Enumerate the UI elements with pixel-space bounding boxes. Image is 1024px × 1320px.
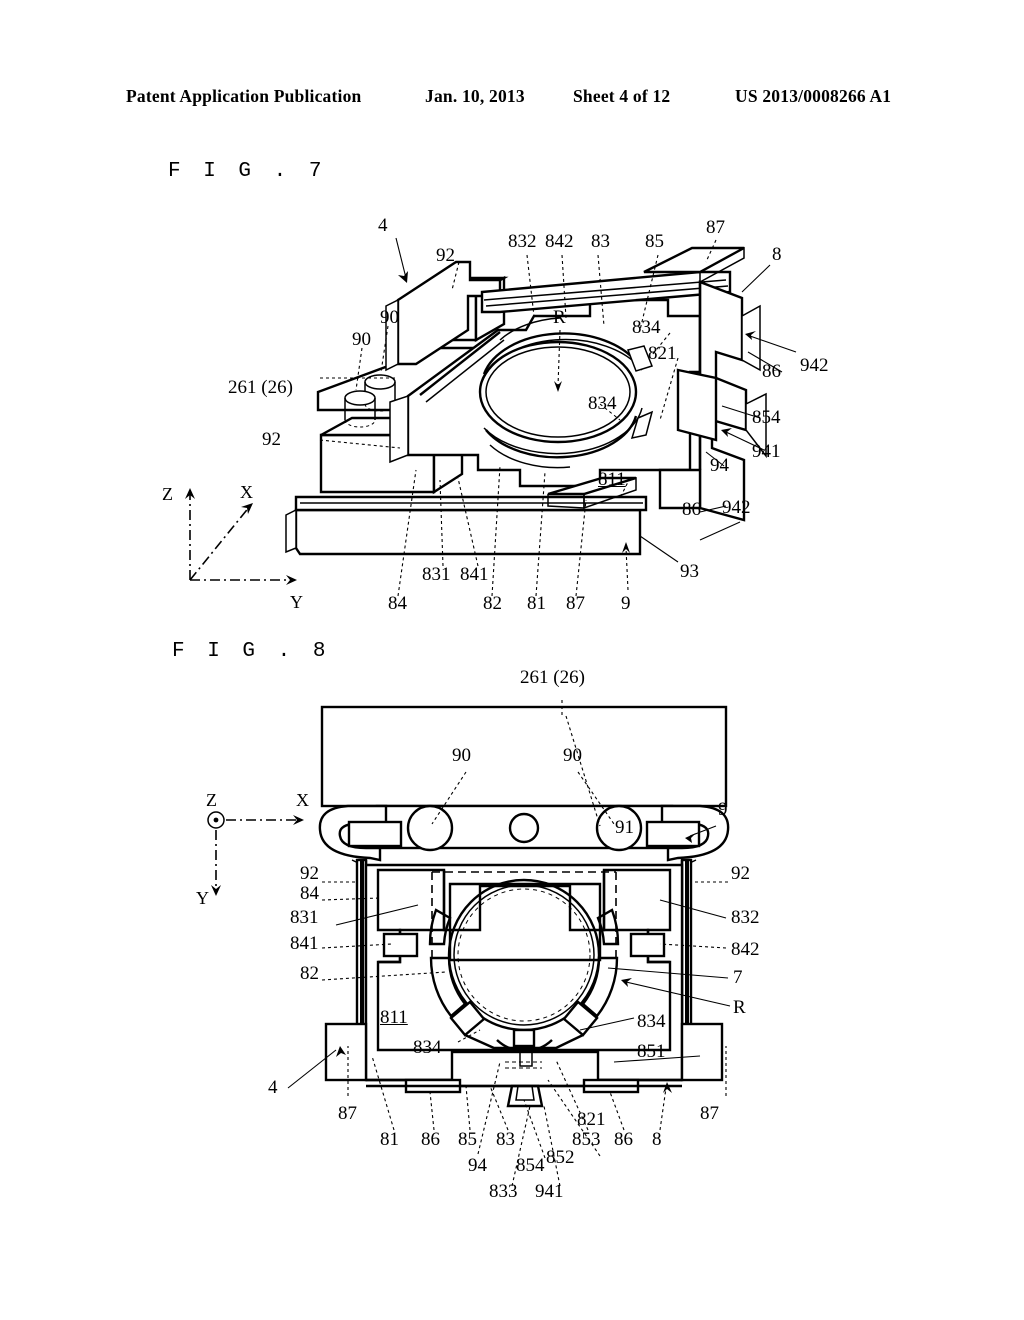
fig8-ref-841: 841 [290,933,319,954]
fig8-ref-81: 81 [380,1129,399,1150]
fig8-ref-831: 831 [290,907,319,928]
fig8-ref-87a: 87 [338,1103,357,1124]
fig8-ref-9: 9 [718,799,728,820]
fig8-ref-852: 852 [546,1147,575,1168]
fig8-ref-87b: 87 [700,1103,719,1124]
fig8-ref-84: 84 [300,883,319,904]
fig8-ref-811: 811 [380,1007,408,1028]
fig8-ref-90b: 90 [563,745,582,766]
fig8-axis-indicator [207,811,304,896]
fig8-ref-834b: 834 [637,1011,666,1032]
fig8-ref-7: 7 [733,967,743,988]
fig8-ref-R: R [733,997,746,1018]
fig8-ref-86a: 86 [421,1129,440,1150]
fig8-ref-86b: 86 [614,1129,633,1150]
fig8-ref-851: 851 [637,1041,666,1062]
fig8-ref-85: 85 [458,1129,477,1150]
fig8-ref-261: 261 (26) [520,667,585,688]
fig8-ref-90a: 90 [452,745,471,766]
fig8-ref-941: 941 [535,1181,564,1202]
fig8-ref-83: 83 [496,1129,515,1150]
fig8-ref-854: 854 [516,1155,545,1176]
fig8-ref-833: 833 [489,1181,518,1202]
fig8-top-block-261 [320,705,728,808]
fig8-axis-y-label: Y [196,888,209,908]
fig8-axis-z-label: Z [206,790,217,810]
fig8-ref-821: 821 [577,1109,606,1130]
fig8-ref-82: 82 [300,963,319,984]
fig8-ref-92a: 92 [300,863,319,884]
fig8-ref-91: 91 [615,817,634,838]
fig8-ref-842: 842 [731,939,760,960]
fig8-ref-94: 94 [468,1155,487,1176]
fig8-ref-4: 4 [268,1077,278,1098]
fig8-axis-x-label: X [296,790,309,810]
fig8-ref-853: 853 [572,1129,601,1150]
fig8-ref-8: 8 [652,1129,662,1150]
fig8-ref-832: 832 [731,907,760,928]
fig8-ref-92b: 92 [731,863,750,884]
figure-8-drawing [207,700,731,1187]
fig8-lower-base-851 [450,1050,600,1108]
fig8-ref-834a: 834 [413,1037,442,1058]
